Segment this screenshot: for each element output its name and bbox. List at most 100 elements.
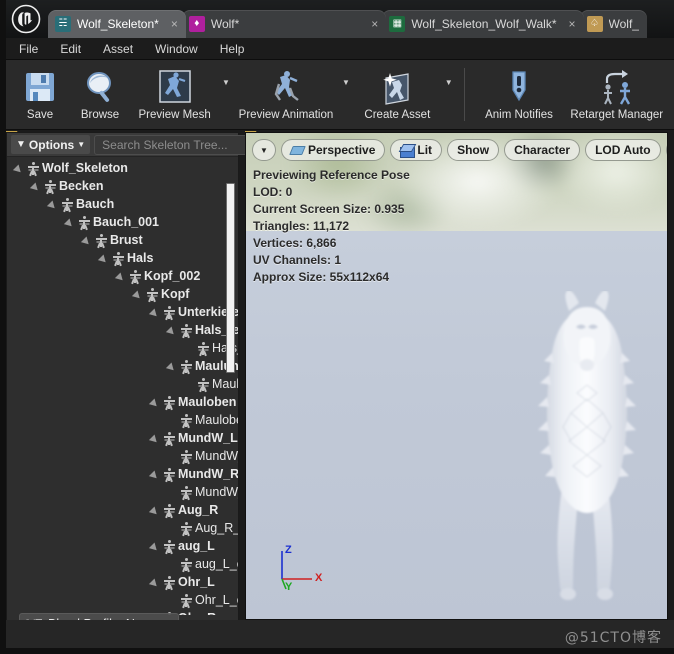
bone-tree-item[interactable]: Hals_fett <box>7 321 238 339</box>
bone-tree-item[interactable]: Brust <box>7 231 238 249</box>
bone-tree-item[interactable]: Ohr_L_end <box>7 591 238 609</box>
menu-file[interactable]: File <box>8 40 49 58</box>
bone-tree-item[interactable]: Maulunten <box>7 357 238 375</box>
bone-tree-item[interactable]: Unterkiefer <box>7 303 238 321</box>
bone-tree-item[interactable]: Bauch_001 <box>7 213 238 231</box>
bone-icon <box>163 575 175 589</box>
expander-arrow-icon[interactable] <box>151 506 160 515</box>
expander-arrow-icon[interactable] <box>151 578 160 587</box>
bone-tree-item[interactable]: Aug_R_end <box>7 519 238 537</box>
create-asset-dropdown-caret-icon[interactable]: ▼ <box>442 62 456 129</box>
bone-tree-item[interactable]: MundW_L_end <box>7 447 238 465</box>
close-icon[interactable]: × <box>569 18 576 30</box>
bone-tree-item[interactable]: Aug_R <box>7 501 238 519</box>
tab-wolf[interactable]: ♦ Wolf* × <box>181 10 387 38</box>
preview-animation-button[interactable]: Preview Animation <box>233 62 340 129</box>
wolf-preview-mesh[interactable] <box>528 291 646 619</box>
expander-arrow-icon[interactable] <box>151 308 160 317</box>
expander-arrow-icon[interactable] <box>66 218 75 227</box>
create-asset-icon <box>377 66 417 108</box>
bone-tree-item[interactable]: MundW_R <box>7 465 238 483</box>
bone-tree-item[interactable]: Becken <box>7 177 238 195</box>
preview-mesh-dropdown-caret-icon[interactable]: ▼ <box>219 62 233 129</box>
expander-arrow-icon[interactable] <box>151 542 160 551</box>
anim-notifies-button[interactable]: Anim Notifies <box>474 62 563 129</box>
bone-tree-item[interactable]: Mauloben <box>7 393 238 411</box>
bone-icon <box>180 413 192 427</box>
bone-tree-item[interactable]: Wolf_Skeleton <box>7 159 238 177</box>
bone-tree-item[interactable]: aug_L_end <box>7 555 238 573</box>
expander-arrow-icon[interactable] <box>151 398 160 407</box>
bone-tree-item[interactable]: aug_L <box>7 537 238 555</box>
expander-arrow-icon[interactable] <box>117 272 126 281</box>
expander-arrow-icon[interactable] <box>49 200 58 209</box>
viewport-view-mode-button[interactable]: Lit <box>390 139 443 161</box>
stat-line: Approx Size: 55x112x64 <box>253 270 390 284</box>
preview-animation-dropdown-caret-icon[interactable]: ▼ <box>339 62 353 129</box>
viewport-camera-mode-button[interactable]: Perspective <box>281 139 386 161</box>
bone-icon <box>163 431 175 445</box>
expander-arrow-icon[interactable] <box>100 254 109 263</box>
tree-scrollbar[interactable] <box>226 183 235 373</box>
expander-arrow-icon[interactable] <box>151 470 160 479</box>
stat-line: UV Channels: 1 <box>253 253 342 267</box>
expander-arrow-icon[interactable] <box>32 182 41 191</box>
bone-name-label: MundW_L <box>178 431 238 445</box>
expander-arrow-icon[interactable] <box>168 326 177 335</box>
expander-arrow-icon[interactable] <box>151 434 160 443</box>
expander-arrow-icon[interactable] <box>134 290 143 299</box>
menu-window[interactable]: Window <box>144 40 209 58</box>
browse-magnifier-icon <box>82 66 118 108</box>
bone-tree-item[interactable]: Hals <box>7 249 238 267</box>
save-button[interactable]: Save <box>10 62 70 129</box>
skeleton-bone-tree[interactable]: Wolf_Skeleton Becken Bauch Bauch_001 Brust Ha… <box>7 157 238 615</box>
viewport-camera-speed-button[interactable]: x1.0 <box>665 139 667 161</box>
viewport-options-button[interactable]: ▼ <box>252 139 276 161</box>
unreal-engine-logo-icon[interactable] <box>6 2 46 36</box>
bone-tree-item[interactable]: MundW_L <box>7 429 238 447</box>
bone-name-label: Aug_R <box>178 503 219 517</box>
bone-icon <box>27 161 39 175</box>
retarget-manager-button[interactable]: Retarget Manager <box>564 62 671 129</box>
preview-mesh-button[interactable]: Preview Mesh <box>130 62 219 129</box>
bone-tree-item[interactable]: MundW_R_end <box>7 483 238 501</box>
expander-arrow-icon[interactable] <box>168 362 177 371</box>
bone-tree-item[interactable]: Kopf_002 <box>7 267 238 285</box>
menu-help[interactable]: Help <box>209 40 256 58</box>
menu-edit[interactable]: Edit <box>49 40 92 58</box>
bone-tree-item[interactable]: Mauloben_end <box>7 411 238 429</box>
viewport-lod-button[interactable]: LOD Auto <box>585 139 661 161</box>
search-input[interactable] <box>102 137 258 152</box>
window-frame-bottom <box>0 648 674 654</box>
browse-button[interactable]: Browse <box>70 62 130 129</box>
tab-wolf-physics[interactable]: ♤ Wolf_ <box>579 10 647 38</box>
viewport-button-label: Character <box>514 143 571 157</box>
preview-viewport[interactable]: ▼ Perspective Lit Show Character LOD Aut… <box>245 132 668 620</box>
bone-tree-item[interactable]: Ohr_L <box>7 573 238 591</box>
viewport-character-button[interactable]: Character <box>504 139 581 161</box>
bone-icon <box>197 341 209 355</box>
bone-tree-item[interactable]: Maulunten_en <box>7 375 238 393</box>
chevron-down-icon: ▼ <box>77 140 86 149</box>
create-asset-button[interactable]: Create Asset <box>353 62 442 129</box>
bone-tree-item[interactable]: Hals_fett_end <box>7 339 238 357</box>
viewport-show-button[interactable]: Show <box>447 139 500 161</box>
menu-bar: File Edit Asset Window Help <box>0 38 674 60</box>
menu-asset[interactable]: Asset <box>92 40 144 58</box>
close-icon[interactable]: × <box>371 18 378 30</box>
tab-wolf-skeleton-wolf-walk[interactable]: ▦ Wolf_Skeleton_Wolf_Walk* × <box>382 10 584 38</box>
tab-wolf-skeleton[interactable]: ☵ Wolf_Skeleton* × <box>48 10 186 38</box>
bone-tree-item[interactable]: Bauch <box>7 195 238 213</box>
bone-icon <box>163 395 175 409</box>
stat-line: Triangles: 11,172 <box>253 219 350 233</box>
expander-arrow-icon[interactable] <box>83 236 92 245</box>
lit-cube-icon <box>400 144 416 158</box>
expander-arrow-icon[interactable] <box>15 164 24 173</box>
watermark: @51CTO博客 <box>564 630 662 646</box>
close-icon[interactable]: × <box>171 18 178 30</box>
bone-tree-item[interactable]: Kopf <box>7 285 238 303</box>
options-button[interactable]: ▼ Options ▼ <box>11 135 91 154</box>
